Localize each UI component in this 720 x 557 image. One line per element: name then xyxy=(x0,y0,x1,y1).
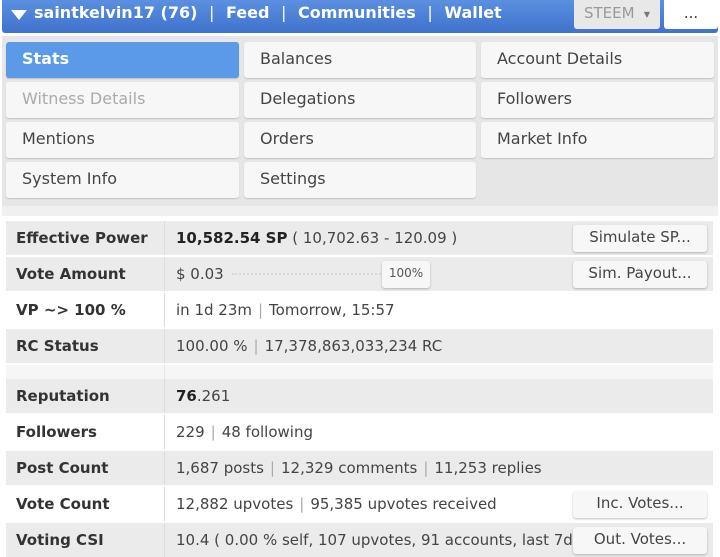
stat-value: 12,882 upvotes | 95,385 upvotes received xyxy=(176,495,497,513)
stat-label: Effective Power xyxy=(16,229,148,247)
incoming-votes-button[interactable]: Inc. Votes... xyxy=(573,491,707,518)
chain-select-value: STEEM xyxy=(584,4,635,22)
stat-value: 76.261 xyxy=(176,387,230,405)
column-divider xyxy=(164,221,165,255)
column-divider xyxy=(164,523,165,557)
menu-item-account-details[interactable]: Account Details xyxy=(481,42,714,78)
follower-count: 229 xyxy=(176,423,205,441)
column-divider xyxy=(164,329,165,363)
stat-label: Vote Count xyxy=(16,495,110,513)
pipe-separator: | xyxy=(253,337,259,355)
pipe-separator: | xyxy=(269,459,275,477)
stat-value: 229 | 48 following xyxy=(176,423,313,441)
stat-row-rc-status: RC Status 100.00 % | 17,378,863,033,234 RC xyxy=(6,329,713,363)
nav-communities[interactable]: Communities xyxy=(298,3,416,22)
stat-value: 100.00 % | 17,378,863,033,234 RC xyxy=(176,337,442,355)
comments-count: 12,329 comments xyxy=(280,459,418,477)
menu-item-stats[interactable]: Stats xyxy=(6,42,239,78)
menu-item-followers[interactable]: Followers xyxy=(481,82,714,118)
vote-weight-slider[interactable]: 100% xyxy=(232,261,432,288)
menu-item-delegations[interactable]: Delegations xyxy=(244,82,476,118)
slider-handle[interactable]: 100% xyxy=(382,261,430,288)
menu-item-orders[interactable]: Orders xyxy=(244,122,476,158)
stat-label: Voting CSI xyxy=(16,531,104,549)
stat-row-voting-csi: Voting CSI 10.4 ( 0.00 % self, 107 upvot… xyxy=(6,523,713,557)
stat-row-effective-power: Effective Power 10,582.54 SP ( 10,702.63… xyxy=(6,221,713,255)
column-divider xyxy=(164,415,165,449)
posts-count: 1,687 posts xyxy=(176,459,264,477)
rc-percent: 100.00 % xyxy=(176,337,248,355)
top-nav: saintkelvin17 (76) | Feed | Communities … xyxy=(34,3,508,22)
nav-separator: | xyxy=(427,3,433,22)
section-gap xyxy=(6,365,713,379)
stat-label: VP ~> 100 % xyxy=(16,301,126,319)
stat-value: 1,687 posts | 12,329 comments | 11,253 repli… xyxy=(176,459,542,477)
upvotes-count: 12,882 upvotes xyxy=(176,495,294,513)
slider-track[interactable] xyxy=(232,273,384,277)
nav-feed[interactable]: Feed xyxy=(226,3,269,22)
more-button[interactable]: ... xyxy=(664,0,718,29)
nav-separator: | xyxy=(209,3,215,22)
vote-amount-value: $ 0.03 xyxy=(176,265,224,283)
top-bar: saintkelvin17 (76) | Feed | Communities … xyxy=(2,0,718,33)
column-divider xyxy=(164,257,165,291)
menu-item-settings[interactable]: Settings xyxy=(244,162,476,198)
stat-label: RC Status xyxy=(16,337,99,355)
username-link[interactable]: saintkelvin17 (76) xyxy=(34,3,197,22)
column-divider xyxy=(164,365,165,379)
stats-menu: Stats Balances Account Details Witness D… xyxy=(2,36,718,206)
upvotes-received-count: 95,385 upvotes received xyxy=(310,495,497,513)
pipe-separator: | xyxy=(257,301,264,319)
column-divider xyxy=(164,293,165,327)
stat-row-post-count: Post Count 1,687 posts | 12,329 comments | 1… xyxy=(6,451,713,485)
chain-select[interactable]: STEEM ▼ xyxy=(574,0,660,29)
nav-wallet[interactable]: Wallet xyxy=(444,3,501,22)
pipe-separator: | xyxy=(210,423,216,441)
replies-count: 11,253 replies xyxy=(434,459,542,477)
effective-power-sp: 10,582.54 SP xyxy=(176,229,288,247)
menu-item-system-info[interactable]: System Info xyxy=(6,162,239,198)
caret-down-icon[interactable] xyxy=(11,10,27,20)
stat-label: Vote Amount xyxy=(16,265,126,283)
stat-value: 10,582.54 SP ( 10,702.63 - 120.09 ) xyxy=(176,229,457,247)
stat-label: Followers xyxy=(16,423,97,441)
reputation-decimal: .261 xyxy=(196,387,231,405)
outgoing-votes-button[interactable]: Out. Votes... xyxy=(573,527,707,554)
vp-full-at: Tomorrow, 15:57 xyxy=(269,301,395,319)
voting-csi-value: 10.4 ( 0.00 % self, 107 upvotes, 91 acco… xyxy=(176,531,584,549)
pipe-separator: | xyxy=(299,495,305,513)
simulate-sp-button[interactable]: Simulate SP... xyxy=(573,225,707,252)
effective-power-breakdown: ( 10,702.63 - 120.09 ) xyxy=(287,229,458,247)
column-divider xyxy=(164,451,165,485)
column-divider xyxy=(164,487,165,521)
menu-item-witness-details: Witness Details xyxy=(6,82,239,118)
stat-row-followers: Followers 229 | 48 following xyxy=(6,415,713,449)
sim-payout-button[interactable]: Sim. Payout... xyxy=(573,261,707,288)
menu-item-market-info[interactable]: Market Info xyxy=(481,122,714,158)
stat-row-vote-count: Vote Count 12,882 upvotes | 95,385 upvotes… xyxy=(6,487,713,521)
menu-item-balances[interactable]: Balances xyxy=(244,42,476,78)
stat-value: in 1d 23m | Tomorrow, 15:57 xyxy=(176,301,395,319)
rc-amount: 17,378,863,033,234 RC xyxy=(264,337,443,355)
following-count: 48 following xyxy=(221,423,313,441)
vp-recharge-time: in 1d 23m xyxy=(176,301,252,319)
stat-label: Reputation xyxy=(16,387,110,405)
stat-row-vote-amount: Vote Amount $ 0.03 100% Sim. Payout... xyxy=(6,257,713,291)
stat-label: Post Count xyxy=(16,459,109,477)
menu-item-mentions[interactable]: Mentions xyxy=(6,122,239,158)
stat-row-vp: VP ~> 100 % in 1d 23m | Tomorrow, 15:57 xyxy=(6,293,713,327)
section-divider xyxy=(2,206,718,216)
pipe-separator: | xyxy=(423,459,429,477)
reputation-integer: 76 xyxy=(176,387,197,405)
nav-separator: | xyxy=(280,3,287,22)
column-divider xyxy=(164,379,165,413)
dropdown-arrow-icon: ▼ xyxy=(643,10,650,19)
stat-row-reputation: Reputation 76.261 xyxy=(6,379,713,413)
